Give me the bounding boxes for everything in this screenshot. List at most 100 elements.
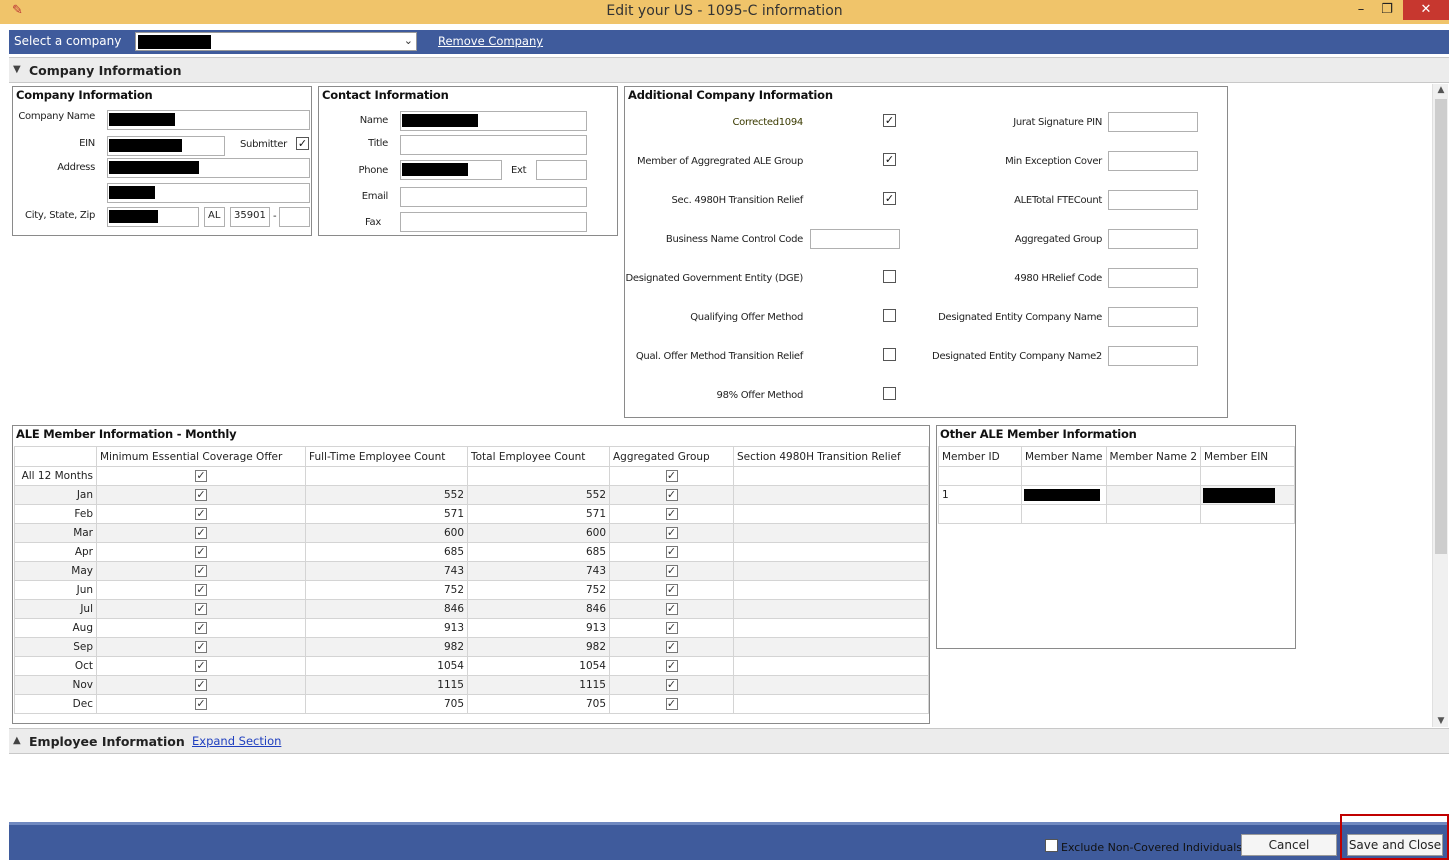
mec-checkbox[interactable]: ✓: [195, 660, 207, 672]
vertical-scrollbar[interactable]: ▲ ▼: [1432, 84, 1448, 727]
mec-checkbox-cell[interactable]: ✓: [96, 523, 306, 543]
transition-relief-cell[interactable]: [733, 618, 929, 638]
table-row[interactable]: [938, 504, 1295, 524]
mec-checkbox-cell[interactable]: ✓: [96, 466, 306, 486]
business-name-control-code-field[interactable]: [810, 229, 900, 249]
total-count-cell[interactable]: 743: [467, 561, 610, 581]
transition-relief-cell[interactable]: [733, 675, 929, 695]
fulltime-count-cell[interactable]: 1115: [305, 675, 468, 695]
total-count-cell[interactable]: [467, 466, 610, 486]
aggregated-group-field[interactable]: [1108, 229, 1198, 249]
total-count-cell[interactable]: 1054: [467, 656, 610, 676]
aggregated-checkbox[interactable]: ✓: [665, 489, 678, 501]
member-ein-cell[interactable]: [1200, 485, 1295, 505]
member-name-cell[interactable]: [1021, 485, 1107, 505]
expand-section-link[interactable]: Expand Section: [192, 734, 281, 748]
transition-relief-cell[interactable]: [733, 694, 929, 714]
aggregated-checkbox-cell[interactable]: ✓: [609, 656, 734, 676]
city-field[interactable]: [107, 207, 199, 227]
total-count-cell[interactable]: 552: [467, 485, 610, 505]
scrollbar-thumb[interactable]: [1435, 99, 1447, 554]
transition-relief-cell[interactable]: [733, 504, 929, 524]
aggregated-checkbox[interactable]: ✓: [665, 565, 678, 577]
scroll-down-icon[interactable]: ▼: [1433, 716, 1449, 726]
transition-relief-cell[interactable]: [733, 466, 929, 486]
mec-checkbox[interactable]: ✓: [195, 527, 207, 539]
mec-checkbox-cell[interactable]: ✓: [96, 656, 306, 676]
ale-total-fte-field[interactable]: [1108, 190, 1198, 210]
table-row[interactable]: May ✓ 743 743 ✓: [14, 561, 929, 581]
transition-relief-cell[interactable]: [733, 485, 929, 505]
aggregated-checkbox[interactable]: ✓: [665, 508, 678, 520]
cancel-button[interactable]: Cancel: [1241, 834, 1337, 856]
aggregated-checkbox-cell[interactable]: ✓: [609, 561, 734, 581]
transition-relief-cell[interactable]: [733, 523, 929, 543]
designated-entity-name2-field[interactable]: [1108, 346, 1198, 366]
fulltime-count-cell[interactable]: 552: [305, 485, 468, 505]
contact-ext-field[interactable]: [536, 160, 587, 180]
aggregated-checkbox[interactable]: ✓: [665, 622, 678, 634]
transition-relief-checkbox[interactable]: ✓: [883, 192, 896, 205]
table-row[interactable]: Mar ✓ 600 600 ✓: [14, 523, 929, 543]
mec-checkbox[interactable]: ✓: [195, 622, 207, 634]
company-select[interactable]: ⌄: [135, 32, 417, 51]
remove-company-link[interactable]: Remove Company: [438, 34, 543, 48]
table-row[interactable]: 1: [938, 485, 1295, 505]
total-count-cell[interactable]: 600: [467, 523, 610, 543]
aggregated-checkbox-cell[interactable]: ✓: [609, 485, 734, 505]
qual-offer-transition-checkbox[interactable]: [883, 348, 896, 361]
fulltime-count-cell[interactable]: 1054: [305, 656, 468, 676]
mec-checkbox[interactable]: ✓: [195, 584, 207, 596]
table-row[interactable]: Sep ✓ 982 982 ✓: [14, 637, 929, 657]
fulltime-count-cell[interactable]: [305, 466, 468, 486]
mec-checkbox-cell[interactable]: ✓: [96, 561, 306, 581]
mec-checkbox-cell[interactable]: ✓: [96, 485, 306, 505]
mec-checkbox-cell[interactable]: ✓: [96, 694, 306, 714]
mec-checkbox-cell[interactable]: ✓: [96, 675, 306, 695]
total-count-cell[interactable]: 846: [467, 599, 610, 619]
contact-title-field[interactable]: [400, 135, 587, 155]
mec-checkbox-cell[interactable]: ✓: [96, 542, 306, 562]
mec-checkbox[interactable]: ✓: [195, 470, 207, 482]
transition-relief-cell[interactable]: [733, 637, 929, 657]
qualifying-offer-checkbox[interactable]: [883, 309, 896, 322]
fulltime-count-cell[interactable]: 705: [305, 694, 468, 714]
fulltime-count-cell[interactable]: 600: [305, 523, 468, 543]
table-row[interactable]: Aug ✓ 913 913 ✓: [14, 618, 929, 638]
aggregated-checkbox-cell[interactable]: ✓: [609, 523, 734, 543]
contact-name-field[interactable]: [400, 111, 587, 131]
aggregated-checkbox[interactable]: ✓: [665, 470, 678, 482]
restore-button[interactable]: ❐: [1374, 0, 1400, 20]
aggregated-checkbox-cell[interactable]: ✓: [609, 618, 734, 638]
table-row[interactable]: Jul ✓ 846 846 ✓: [14, 599, 929, 619]
aggregated-ale-member-checkbox[interactable]: ✓: [883, 153, 896, 166]
aggregated-checkbox[interactable]: ✓: [665, 546, 678, 558]
member-name2-cell[interactable]: [1105, 485, 1202, 505]
aggregated-checkbox-cell[interactable]: ✓: [609, 637, 734, 657]
state-field[interactable]: AL: [204, 207, 225, 227]
aggregated-checkbox[interactable]: ✓: [665, 698, 678, 710]
company-name-field[interactable]: [107, 110, 310, 130]
total-count-cell[interactable]: 1115: [467, 675, 610, 695]
table-row[interactable]: Jun ✓ 752 752 ✓: [14, 580, 929, 600]
aggregated-checkbox[interactable]: ✓: [665, 603, 678, 615]
total-count-cell[interactable]: 982: [467, 637, 610, 657]
aggregated-checkbox[interactable]: ✓: [665, 527, 678, 539]
total-count-cell[interactable]: 913: [467, 618, 610, 638]
transition-relief-cell[interactable]: [733, 542, 929, 562]
employee-section-header[interactable]: ▲ Employee Information Expand Section: [9, 728, 1449, 754]
fulltime-count-cell[interactable]: 846: [305, 599, 468, 619]
corrected1094-checkbox[interactable]: ✓: [883, 114, 896, 127]
table-row[interactable]: Apr ✓ 685 685 ✓: [14, 542, 929, 562]
total-count-cell[interactable]: 571: [467, 504, 610, 524]
table-row[interactable]: Jan ✓ 552 552 ✓: [14, 485, 929, 505]
submitter-checkbox[interactable]: ✓: [296, 137, 309, 150]
aggregated-checkbox[interactable]: ✓: [665, 641, 678, 653]
address-line1-field[interactable]: [107, 158, 310, 178]
member-id-cell[interactable]: 1: [938, 485, 1022, 505]
offer-method-98-checkbox[interactable]: [883, 387, 896, 400]
close-button[interactable]: ✕: [1403, 0, 1449, 20]
mec-checkbox[interactable]: ✓: [195, 679, 207, 691]
fulltime-count-cell[interactable]: 913: [305, 618, 468, 638]
contact-email-field[interactable]: [400, 187, 587, 207]
